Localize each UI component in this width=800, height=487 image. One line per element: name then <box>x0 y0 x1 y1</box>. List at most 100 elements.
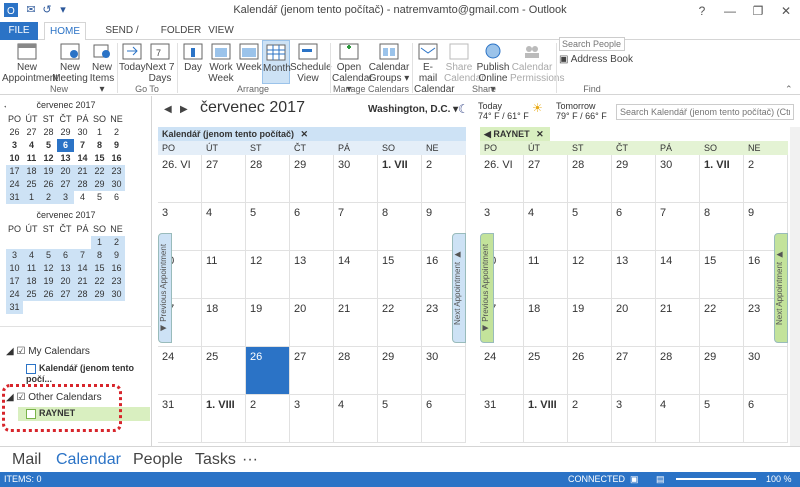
mini-day-cell[interactable]: 26 <box>6 126 23 139</box>
day-cell[interactable]: 27 <box>290 347 334 395</box>
mini-day-cell[interactable]: 14 <box>74 152 91 165</box>
mini-day-cell[interactable]: 25 <box>23 288 40 301</box>
day-cell[interactable]: 5 <box>246 203 290 251</box>
day-cell[interactable]: 21 <box>656 299 700 347</box>
mini-day-cell[interactable]: 5 <box>40 139 57 152</box>
search-people-input[interactable] <box>559 37 625 51</box>
mini-day-cell[interactable]: 29 <box>91 178 108 191</box>
new-meeting-button[interactable]: New Meeting <box>52 40 88 84</box>
previous-appointment-tab[interactable]: ◀ Previous Appointment <box>158 233 172 343</box>
calendar-tab-raynet[interactable]: ◀ RAYNET ✕ <box>480 127 550 141</box>
close-tab-icon[interactable]: ✕ <box>536 129 544 139</box>
day-cell[interactable]: 30 <box>656 155 700 203</box>
day-cell[interactable]: 6 <box>290 203 334 251</box>
day-cell[interactable]: 5 <box>700 395 744 443</box>
day-cell[interactable]: 24 <box>480 347 524 395</box>
day-cell[interactable]: 7 <box>334 203 378 251</box>
mini-day-cell[interactable]: 8 <box>91 139 108 152</box>
mini-day-cell[interactable]: 2 <box>108 126 125 139</box>
close-tab-icon[interactable]: ✕ <box>301 129 309 139</box>
mini-day-cell[interactable]: 11 <box>23 152 40 165</box>
mini-day-cell[interactable]: 19 <box>40 165 57 178</box>
mini-day-cell[interactable]: 20 <box>57 165 74 178</box>
previous-appointment-tab[interactable]: ◀ Previous Appointment <box>480 233 494 343</box>
day-cell[interactable]: 20 <box>612 299 656 347</box>
mini-day-cell[interactable]: 16 <box>108 152 125 165</box>
day-cell[interactable]: 18 <box>202 299 246 347</box>
nav-people[interactable]: People <box>133 451 183 469</box>
mini-day-cell[interactable]: 13 <box>57 262 74 275</box>
day-cell[interactable]: 12 <box>246 251 290 299</box>
mini-day-cell[interactable]: 22 <box>91 165 108 178</box>
day-cell[interactable]: 2 <box>744 155 788 203</box>
day-view-button[interactable]: Day <box>180 40 206 84</box>
mini-day-cell[interactable]: 25 <box>23 178 40 191</box>
mini-day-cell[interactable]: 26 <box>40 178 57 191</box>
day-cell[interactable]: 8 <box>378 203 422 251</box>
day-cell[interactable]: 27 <box>202 155 246 203</box>
day-cell[interactable]: 2 <box>422 155 466 203</box>
day-cell[interactable]: 19 <box>246 299 290 347</box>
zoom-slider[interactable] <box>676 478 756 480</box>
tab-folder[interactable]: FOLDER <box>160 22 202 40</box>
mini-day-cell[interactable]: 3 <box>6 249 23 262</box>
day-cell[interactable]: 19 <box>568 299 612 347</box>
mini-day-cell[interactable]: 24 <box>6 288 23 301</box>
day-cell[interactable]: 2 <box>568 395 612 443</box>
mini-day-cell[interactable]: 12 <box>40 262 57 275</box>
mini-day-cell[interactable]: 3 <box>6 139 23 152</box>
day-cell[interactable]: 29 <box>378 347 422 395</box>
nav-mail[interactable]: Mail <box>12 451 41 469</box>
mini-day-cell[interactable]: 13 <box>57 152 74 165</box>
vertical-scrollbar[interactable] <box>790 127 800 446</box>
address-book-button[interactable]: ▣ Address Book <box>559 54 633 65</box>
schedule-view-button[interactable]: Schedule View <box>290 40 332 84</box>
mini-day-cell[interactable]: 17 <box>6 165 23 178</box>
day-cell[interactable]: 8 <box>700 203 744 251</box>
day-cell[interactable]: 31 <box>158 395 202 443</box>
day-cell[interactable]: 4 <box>202 203 246 251</box>
day-cell[interactable]: 5 <box>378 395 422 443</box>
day-cell[interactable]: 25 <box>524 347 568 395</box>
day-cell[interactable]: 6 <box>612 203 656 251</box>
mini-day-cell[interactable]: 31 <box>6 301 23 314</box>
day-cell[interactable]: 28 <box>656 347 700 395</box>
share-calendar-button[interactable]: Share Calendar <box>444 40 485 84</box>
mini-day-cell[interactable]: 15 <box>91 152 108 165</box>
mini-day-cell[interactable]: 2 <box>108 236 125 249</box>
mini-day-cell[interactable]: 24 <box>6 178 23 191</box>
mini-day-cell[interactable]: 1 <box>91 236 108 249</box>
mini-day-cell[interactable]: 19 <box>40 275 57 288</box>
day-cell[interactable]: 4 <box>524 203 568 251</box>
mini-day-cell[interactable]: 7 <box>74 249 91 262</box>
mini-day-cell[interactable]: 23 <box>108 165 125 178</box>
calendar-permissions-button[interactable]: Calendar Permissions <box>510 40 564 84</box>
mini-day-cell[interactable]: 18 <box>23 165 40 178</box>
mini-day-cell[interactable]: 11 <box>23 262 40 275</box>
mini-day-cell[interactable]: 14 <box>74 262 91 275</box>
mini-day-cell[interactable]: 1 <box>91 126 108 139</box>
next-month-button[interactable]: ▶ <box>180 104 188 115</box>
mini-day-cell[interactable]: 30 <box>108 288 125 301</box>
calendar-item-local[interactable]: Kalendář (jenom tento počí... <box>26 363 151 384</box>
mini-day-cell[interactable]: 5 <box>91 191 108 204</box>
mini-day-cell[interactable]: 27 <box>57 288 74 301</box>
mini-day-cell[interactable]: 21 <box>74 275 91 288</box>
mini-day-cell[interactable]: 16 <box>108 262 125 275</box>
day-cell[interactable]: 13 <box>290 251 334 299</box>
day-cell[interactable]: 24 <box>158 347 202 395</box>
collapse-ribbon-icon[interactable]: ⌃ <box>785 84 793 95</box>
day-cell[interactable]: 7 <box>656 203 700 251</box>
day-cell[interactable]: 29 <box>290 155 334 203</box>
day-cell[interactable]: 28 <box>568 155 612 203</box>
tab-home[interactable]: HOME <box>44 22 86 41</box>
mini-day-cell[interactable]: 7 <box>74 139 91 152</box>
help-button[interactable]: ? <box>688 0 716 22</box>
mini-day-cell[interactable]: 10 <box>6 152 23 165</box>
day-cell[interactable]: 4 <box>656 395 700 443</box>
close-button[interactable]: ✕ <box>772 0 800 22</box>
mini-day-cell[interactable]: 28 <box>40 126 57 139</box>
next-appointment-tab[interactable]: Next Appointment ▶ <box>452 233 466 343</box>
day-cell[interactable]: 15 <box>378 251 422 299</box>
mini-day-cell[interactable]: 9 <box>108 249 125 262</box>
